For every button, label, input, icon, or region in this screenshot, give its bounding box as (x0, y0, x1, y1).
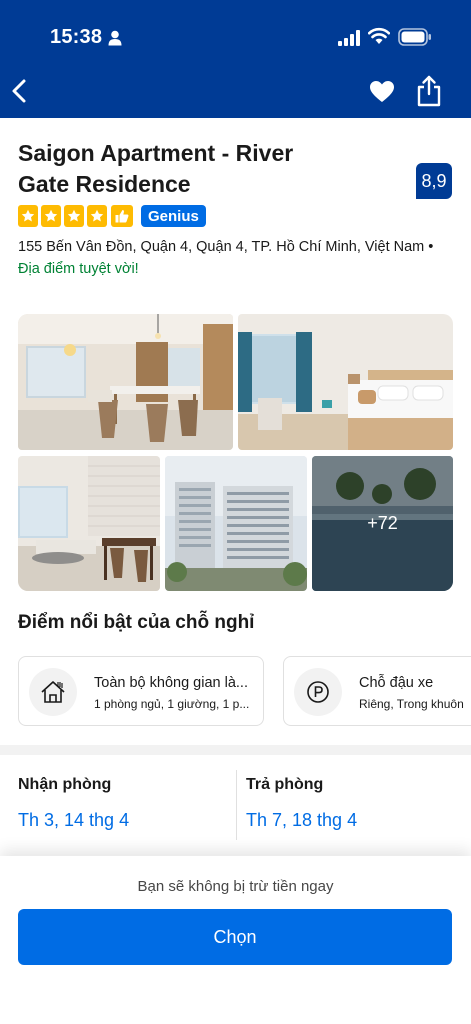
highlight-subtitle: Riêng, Trong khuôn (359, 697, 464, 711)
choose-button[interactable]: Chọn (18, 909, 452, 965)
property-name: Saigon Apartment - River Gate Residence (18, 140, 294, 197)
top-bar: 15:38 (0, 0, 471, 118)
highlight-card-entire-place[interactable]: Toàn bộ không gian là... 1 phòng ngủ, 1 … (18, 656, 264, 726)
checkout-date[interactable]: Th 7, 18 thg 4 (246, 810, 357, 831)
no-charge-notice: Bạn sẽ không bị trừ tiền ngay (137, 878, 334, 895)
wifi-icon (368, 27, 390, 44)
back-button[interactable] (6, 74, 34, 108)
share-button[interactable] (415, 74, 443, 108)
rating-row: Genius (18, 204, 206, 228)
photo-pool[interactable]: +72 (312, 456, 453, 591)
heart-icon (370, 81, 394, 102)
star-icon (18, 205, 38, 227)
cellular-signal-icon (338, 30, 360, 46)
photo-living-dining[interactable] (18, 314, 233, 450)
highlights-title: Điểm nổi bật của chỗ nghỉ (18, 612, 255, 633)
photo-bedroom[interactable] (238, 314, 453, 450)
review-score-badge[interactable]: 8,9 (416, 163, 452, 199)
star-icon (87, 205, 107, 227)
location-praise: Địa điểm tuyệt vời! (18, 261, 139, 277)
highlight-card-parking[interactable]: Chỗ đậu xe Riêng, Trong khuôn (283, 656, 471, 726)
section-divider (0, 745, 471, 755)
date-divider (236, 770, 237, 840)
photo-building-exterior[interactable] (165, 456, 307, 591)
genius-badge[interactable]: Genius (141, 205, 206, 227)
checkin-label: Nhận phòng (18, 776, 112, 793)
checkin-date[interactable]: Th 3, 14 thg 4 (18, 810, 129, 831)
person-icon (108, 30, 122, 46)
highlight-title: Chỗ đậu xe (359, 675, 434, 691)
more-photos-count: +72 (367, 513, 398, 533)
back-arrow-icon (12, 79, 26, 103)
thumbs-up-icon (111, 205, 133, 227)
star-icon (64, 205, 84, 227)
save-favorite-button[interactable] (368, 78, 396, 106)
photo-living-room[interactable] (18, 456, 160, 591)
bottom-action-bar: Bạn sẽ không bị trừ tiền ngay Chọn (0, 856, 471, 1024)
highlight-title: Toàn bộ không gian là... (94, 675, 248, 691)
checkout-label: Trả phòng (246, 776, 324, 793)
property-address[interactable]: 155 Bến Vân Đồn, Quận 4, Quận 4, TP. Hồ … (18, 236, 458, 258)
share-icon (417, 75, 441, 107)
house-icon (29, 668, 77, 716)
highlight-subtitle: 1 phòng ngủ, 1 giường, 1 p... (94, 697, 250, 711)
parking-icon (294, 668, 342, 716)
status-time: 15:38 (50, 26, 103, 48)
battery-icon (398, 28, 431, 46)
star-icon (41, 205, 61, 227)
